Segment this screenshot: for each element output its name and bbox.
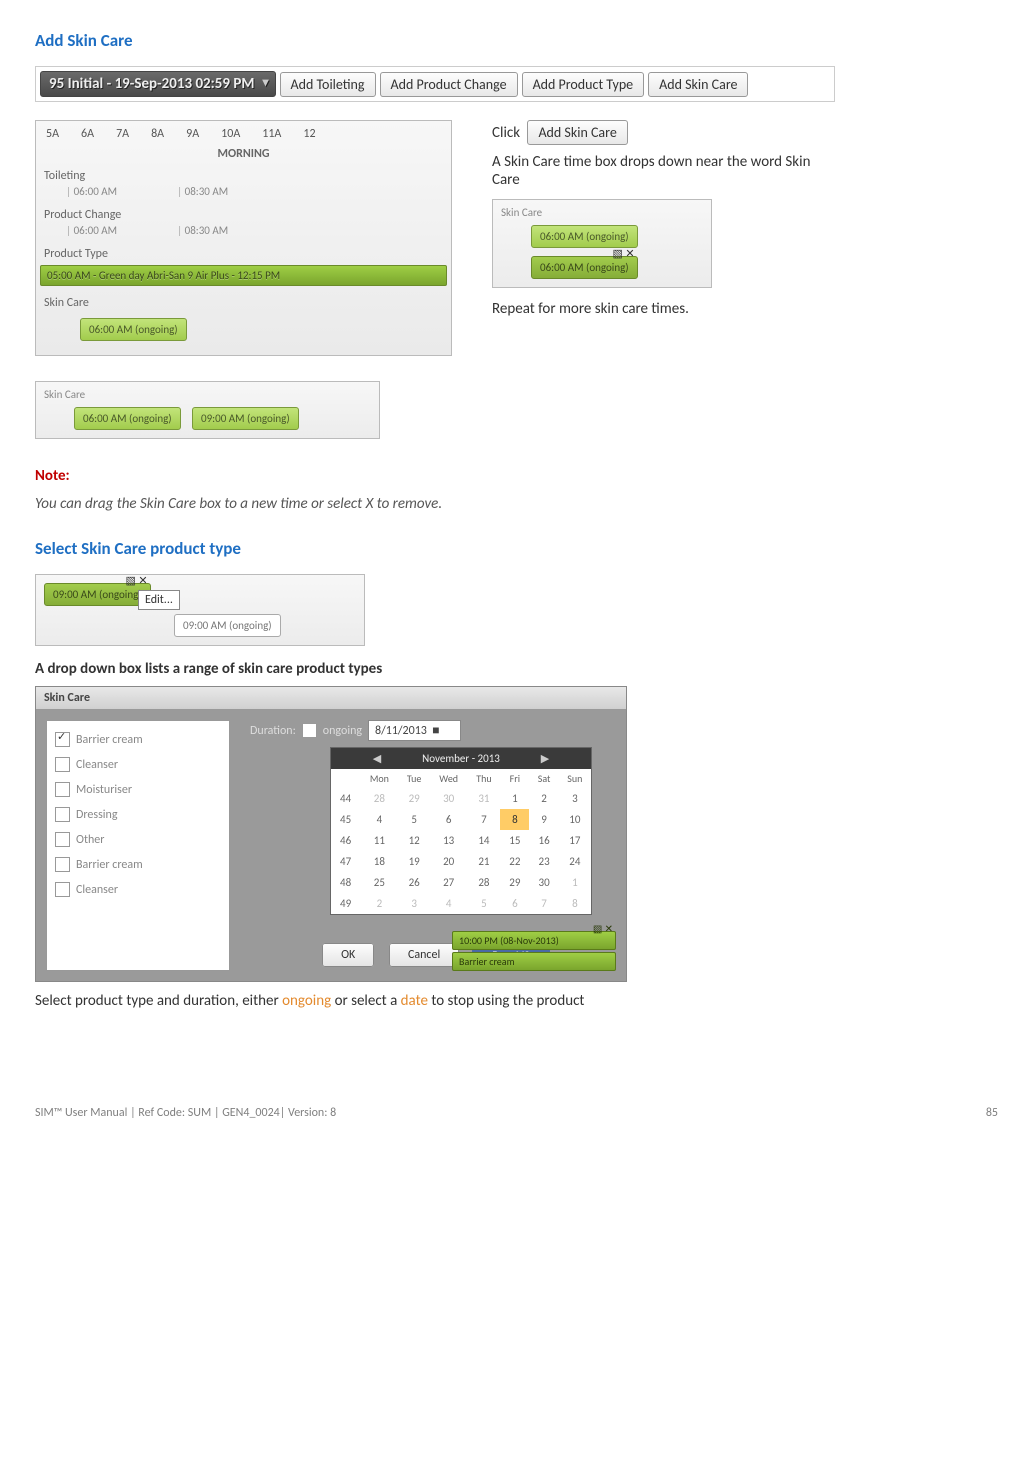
behind-chip-group: ▧ ✕ 10:00 PM (08-Nov-2013) Barrier cream [452, 929, 616, 971]
instruction-text: A Skin Care time box drops down near the… [492, 153, 832, 189]
dialog-title: Skin Care [36, 687, 626, 710]
toolbar: 95 Initial - 19-Sep-2013 02:59 PM Add To… [35, 66, 835, 102]
col: 8A [151, 127, 164, 141]
schedule-panel: 5A 6A 7A 8A 9A 10A 11A 12 MORNING Toilet… [35, 120, 452, 356]
skin-care-double-panel: Skin Care 06:00 AM (ongoing) 09:00 AM (o… [35, 381, 380, 439]
checkbox[interactable] [55, 732, 70, 747]
day-head: Wed [430, 769, 468, 788]
click-label: Click [492, 124, 520, 142]
add-product-change-button[interactable]: Add Product Change [380, 72, 518, 97]
option-label: Dressing [76, 808, 117, 822]
time-marker: 06:00 AM [66, 185, 117, 198]
chip-icons[interactable]: ▧ ✕ [593, 922, 613, 935]
checkbox[interactable] [55, 857, 70, 872]
day-head: Thu [468, 769, 501, 788]
col: 5A [46, 127, 59, 141]
add-product-type-button[interactable]: Add Product Type [522, 72, 645, 97]
product-type-bar[interactable]: 05:00 AM - Green day Abri-San 9 Air Plus… [40, 265, 447, 286]
calendar-title: November - 2013 [419, 752, 503, 765]
section-title: Select Skin Care product type [35, 538, 998, 559]
ongoing-checkbox[interactable] [302, 723, 317, 738]
date-input[interactable]: 8/11/2013 ■ [368, 720, 461, 741]
day-head: Sun [559, 769, 591, 788]
chip-text: 06:00 AM (ongoing) [540, 261, 629, 274]
skin-care-chip[interactable]: 06:00 AM (ongoing) [80, 318, 187, 341]
product-type-list[interactable]: Barrier cream Cleanser Moisturiser Dress… [46, 720, 230, 971]
day-head: Mon [360, 769, 398, 788]
ongoing-label: ongoing [323, 724, 362, 738]
page-footer: SIM™ User Manual | Ref Code: SUM | GEN4_… [35, 1100, 998, 1120]
morning-label: MORNING [36, 147, 451, 167]
col: 6A [81, 127, 94, 141]
product-change-label: Product Change [36, 206, 451, 224]
option-label: Moisturiser [76, 783, 132, 797]
behind-chip-text: Barrier cream [452, 952, 616, 971]
checkbox[interactable] [55, 782, 70, 797]
instruction-column: Click Add Skin Care A Skin Care time box… [492, 120, 998, 356]
skin-care-chip[interactable]: 06:00 AM (ongoing) [531, 225, 638, 248]
behind-chip-text: 10:00 PM (08-Nov-2013) [459, 934, 559, 947]
subsection-text: A drop down box lists a range of skin ca… [35, 660, 998, 678]
highlight-date: date [401, 992, 428, 1010]
day-head: Fri [500, 769, 529, 788]
footer-left: SIM™ User Manual | Ref Code: SUM | GEN4_… [35, 1106, 336, 1120]
tooltip-chip: 09:00 AM (ongoing) [174, 614, 281, 637]
edit-menu-item[interactable]: Edit... [138, 590, 180, 610]
skin-care-dialog: Skin Care Barrier cream Cleanser Moistur… [35, 686, 627, 982]
highlight-ongoing: ongoing [282, 992, 331, 1010]
add-skin-care-button-inline[interactable]: Add Skin Care [527, 120, 627, 145]
add-skin-care-button[interactable]: Add Skin Care [648, 72, 748, 97]
day-head: Tue [399, 769, 430, 788]
checkbox[interactable] [55, 882, 70, 897]
skin-care-chip-edit[interactable]: ▧ ✕ 09:00 AM (ongoing) [44, 583, 151, 606]
calendar[interactable]: ◀ November - 2013 ▶ Mon Tue Wed Thu Fri … [330, 747, 592, 915]
prev-month-icon[interactable]: ◀ [335, 752, 419, 765]
closing-text: Select product type and duration, either… [35, 992, 998, 1010]
note-text: You can drag the Skin Care box to a new … [35, 495, 998, 513]
skin-care-chip-selected[interactable]: ▧ ✕ 06:00 AM (ongoing) [531, 256, 638, 279]
records-dropdown[interactable]: 95 Initial - 19-Sep-2013 02:59 PM [40, 71, 276, 97]
checkbox[interactable] [55, 807, 70, 822]
skin-care-label: Skin Care [36, 294, 451, 312]
col: 11A [262, 127, 281, 141]
toileting-label: Toileting [36, 167, 451, 185]
note-label: Note: [35, 467, 998, 485]
duration-label: Duration: [250, 724, 296, 738]
instruction-text: Repeat for more skin care times. [492, 300, 998, 318]
next-month-icon[interactable]: ▶ [503, 752, 587, 765]
checkbox[interactable] [55, 832, 70, 847]
option-label: Barrier cream [76, 858, 143, 872]
product-type-label: Product Type [36, 245, 451, 263]
col: 9A [186, 127, 199, 141]
add-toileting-button[interactable]: Add Toileting [280, 72, 376, 97]
time-marker: 08:30 AM [177, 224, 228, 237]
option-label: Barrier cream [76, 733, 143, 747]
option-label: Other [76, 833, 104, 847]
ok-button[interactable]: OK [322, 943, 374, 967]
time-marker: 06:00 AM [66, 224, 117, 237]
chip-edit-close-icons[interactable]: ▧ ✕ [126, 574, 148, 587]
col: 7A [116, 127, 129, 141]
section-title: Add Skin Care [35, 30, 998, 51]
option-label: Cleanser [76, 758, 118, 772]
col: 10A [221, 127, 240, 141]
option-label: Cleanser [76, 883, 118, 897]
time-marker: 08:30 AM [177, 185, 228, 198]
mini-label: Skin Care [497, 204, 707, 221]
skin-care-chip[interactable]: 06:00 AM (ongoing) [74, 407, 181, 430]
skin-care-mini-panel: Skin Care 06:00 AM (ongoing) ▧ ✕ 06:00 A… [492, 199, 712, 288]
chip-edit-close-icons[interactable]: ▧ ✕ [613, 247, 635, 260]
skin-care-chip[interactable]: 09:00 AM (ongoing) [192, 407, 299, 430]
panel-label: Skin Care [40, 386, 375, 403]
schedule-columns: 5A 6A 7A 8A 9A 10A 11A 12 [36, 121, 451, 147]
edit-chip-panel: ▧ ✕ 09:00 AM (ongoing) Edit... 09:00 AM … [35, 574, 365, 646]
day-head: Sat [529, 769, 558, 788]
checkbox[interactable] [55, 757, 70, 772]
cancel-button[interactable]: Cancel [389, 943, 459, 967]
col: 12 [303, 127, 315, 141]
footer-page-number: 85 [986, 1106, 998, 1120]
chip-text: 09:00 AM (ongoing) [53, 588, 142, 601]
